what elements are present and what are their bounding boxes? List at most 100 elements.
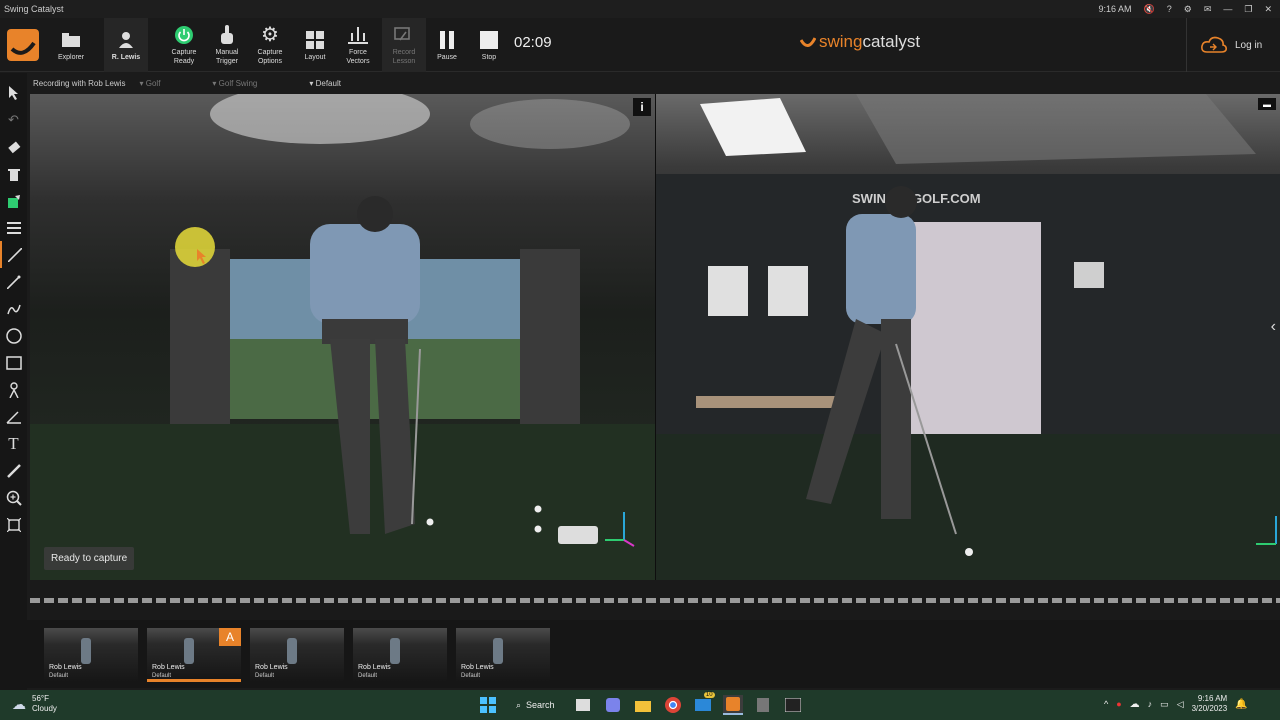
undo-tool[interactable]: ↶ — [0, 106, 27, 133]
camera-view-1[interactable]: Ready to capture i — [30, 94, 655, 580]
help-button[interactable]: ? — [1167, 4, 1172, 14]
activity-dropdown[interactable]: ▾ Golf Swing — [212, 79, 283, 88]
main-toolbar: Explorer R. Lewis Capture Ready Manual T… — [0, 18, 1280, 72]
camera-view-2[interactable]: SWING E GOLF.COM — [656, 94, 1280, 580]
weather-condition: Cloudy — [32, 704, 57, 713]
crop-tool[interactable] — [0, 511, 27, 538]
record-lesson-icon — [394, 27, 410, 41]
undo-icon: ↶ — [8, 111, 19, 127]
task-view-icon[interactable] — [573, 695, 593, 715]
title-bar: Swing Catalyst 9:16 AM 🔇 ? ⚙ ✉ — ❐ ✕ — [0, 0, 1280, 18]
arrow-line-tool[interactable] — [0, 268, 27, 295]
pointer-icon — [8, 85, 18, 100]
select-pointer-tool[interactable] — [0, 79, 27, 106]
file-explorer-icon[interactable] — [633, 695, 653, 715]
minimize-button[interactable]: — — [1223, 4, 1232, 14]
cloud-icon: ☁ — [12, 695, 26, 712]
freehand-icon — [6, 304, 21, 314]
taskbar-search[interactable]: ⌕ Search — [508, 694, 563, 716]
body-angle-tool[interactable] — [0, 376, 27, 403]
grid-layout-icon — [306, 30, 324, 49]
manual-trigger-button[interactable]: Manual Trigger — [208, 18, 246, 72]
teams-chat-icon[interactable] — [603, 695, 623, 715]
timeline-scrubber[interactable] — [30, 580, 1280, 620]
brand-logo: swing catalyst — [800, 32, 920, 52]
swingcatalyst-alt-icon[interactable] — [783, 695, 803, 715]
record-lesson-button[interactable]: Record Lesson — [382, 18, 426, 72]
title-bar-controls: 9:16 AM 🔇 ? ⚙ ✉ — ❐ ✕ — [1098, 4, 1280, 15]
recording-thumbnail[interactable]: Rob Lewis Default — [250, 628, 344, 682]
taskbar-clock[interactable]: 9:16 AM 3/20/2023 — [1192, 694, 1228, 714]
eraser-icon — [7, 140, 20, 153]
settings-icon[interactable]: ⚙ — [1184, 4, 1192, 15]
search-icon: ⌕ — [516, 699, 522, 710]
delete-tool[interactable] — [0, 160, 27, 187]
windows-start-icon[interactable] — [478, 695, 498, 715]
info-icon[interactable]: i — [633, 98, 651, 116]
taskbar-apps: ⌕ Search 10 — [478, 692, 803, 716]
restore-button[interactable]: ❐ — [1244, 4, 1252, 15]
zoom-icon — [6, 490, 22, 506]
cloud-login-icon — [1201, 36, 1227, 53]
antivirus-icon[interactable]: ● — [1116, 699, 1121, 709]
circle-tool[interactable] — [0, 322, 27, 349]
hand-pointer-icon — [221, 25, 233, 44]
pause-button[interactable]: Pause — [432, 18, 462, 72]
chrome-icon[interactable] — [663, 695, 683, 715]
force-vectors-button[interactable]: Force Vectors — [338, 18, 378, 72]
layout-button[interactable]: Layout — [298, 18, 332, 72]
session-bar: Recording with Rob Lewis ▾ Golf ▾ Golf S… — [27, 73, 1280, 94]
window-title: Swing Catalyst — [4, 4, 64, 14]
capture-options-button[interactable]: ⚙ Capture Options — [250, 18, 290, 72]
recording-timer: 02:09 — [514, 34, 552, 51]
login-button[interactable]: Log in — [1186, 18, 1280, 72]
sport-dropdown[interactable]: ▾ Golf — [140, 79, 187, 88]
capture-ready-button[interactable]: Capture Ready — [164, 18, 204, 72]
angle-tool[interactable] — [0, 403, 27, 430]
color-tool[interactable] — [0, 187, 27, 214]
text-tool[interactable]: T — [0, 430, 27, 457]
weather-widget[interactable]: ☁ 56°F Cloudy — [12, 694, 57, 714]
onedrive-icon[interactable]: ☁ — [1130, 699, 1140, 710]
drawing-tools-panel: ↶ T — [0, 73, 27, 690]
app-logo[interactable] — [0, 18, 45, 72]
stop-icon — [480, 30, 498, 49]
user-icon — [119, 31, 133, 48]
close-button[interactable]: ✕ — [1264, 4, 1272, 15]
notification-bell-icon[interactable]: 🔔 — [1235, 699, 1247, 710]
line-width-tool[interactable] — [0, 214, 27, 241]
timeline-track[interactable] — [30, 598, 1280, 603]
network-icon[interactable]: ▭ — [1160, 699, 1169, 710]
notifications-icon[interactable]: ✉ — [1204, 4, 1212, 15]
recording-thumbnail[interactable]: Rob Lewis Default — [44, 628, 138, 682]
chevron-up-icon[interactable]: ^ — [1104, 699, 1108, 709]
ruler-tool[interactable] — [0, 457, 27, 484]
line-icon — [7, 247, 22, 262]
volume-icon[interactable]: 🔇 — [1144, 4, 1155, 15]
temperature: 56°F — [32, 694, 49, 703]
explorer-button[interactable]: Explorer — [52, 18, 90, 72]
mail-icon[interactable]: 10 — [693, 692, 715, 715]
freehand-tool[interactable] — [0, 295, 27, 322]
preset-dropdown[interactable]: ▾ Default — [309, 79, 367, 88]
microphone-icon[interactable]: ♪ — [1148, 699, 1153, 709]
swingcatalyst-taskbar-icon[interactable] — [722, 695, 743, 715]
rectangle-tool[interactable] — [0, 349, 27, 376]
calculator-icon[interactable] — [753, 695, 773, 715]
camera-2-menu-icon[interactable]: ▬ — [1258, 98, 1276, 110]
body-angle-icon — [8, 381, 19, 398]
stop-button[interactable]: Stop — [474, 18, 504, 72]
recording-thumbnail[interactable]: A Rob Lewis Default — [147, 628, 241, 682]
speaker-icon[interactable]: ◁ — [1177, 699, 1184, 710]
zoom-tool[interactable] — [0, 484, 27, 511]
camera-1-scene — [30, 94, 655, 580]
eraser-tool[interactable] — [0, 133, 27, 160]
circle-icon — [5, 327, 22, 344]
recording-thumbnail[interactable]: Rob Lewis Default — [456, 628, 550, 682]
chevron-left-icon[interactable]: ‹ — [1271, 318, 1276, 336]
pause-icon — [440, 30, 454, 49]
recording-thumbnail[interactable]: Rob Lewis Default — [353, 628, 447, 682]
line-tool[interactable] — [0, 241, 27, 268]
user-button[interactable]: R. Lewis — [104, 18, 148, 72]
selected-badge: A — [219, 628, 241, 646]
